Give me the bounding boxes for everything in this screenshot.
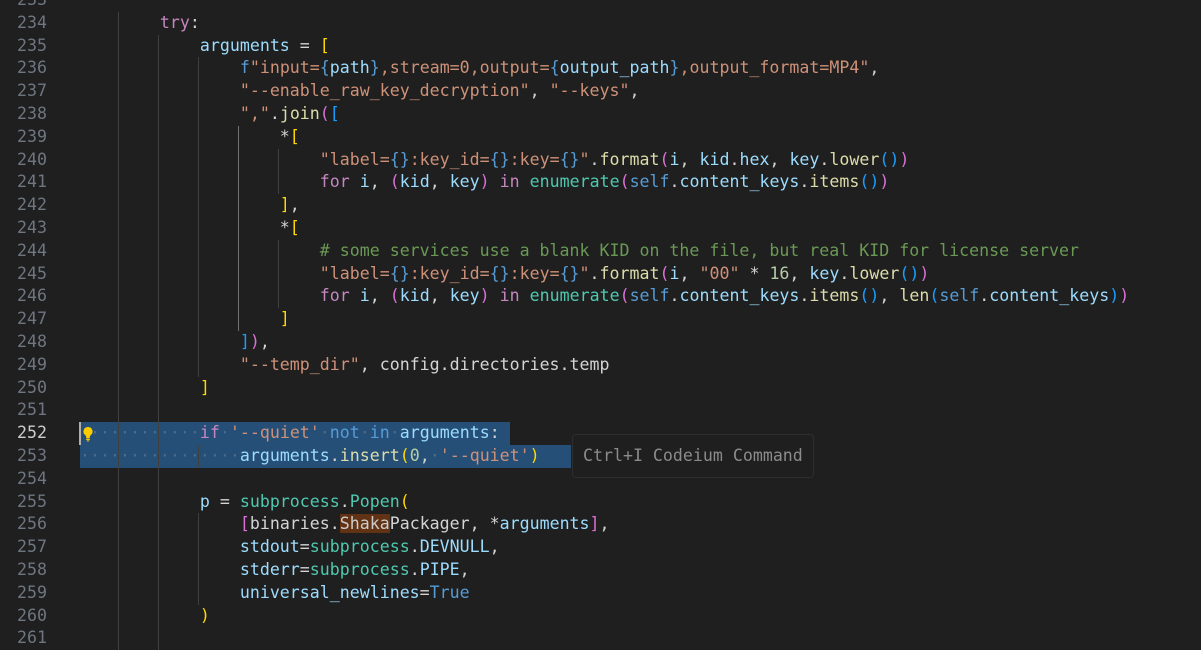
code-text: for i, (kid, key) in enumerate(self.cont… <box>80 172 890 192</box>
code-line[interactable]: 243 *[ <box>0 216 1201 240</box>
code-text: try: <box>80 12 200 32</box>
code-line[interactable]: 257 stdout=subprocess.DEVNULL, <box>0 536 1201 559</box>
code-text: "--temp_dir", config.directories.temp <box>80 354 610 374</box>
line-number: 241 <box>17 172 47 192</box>
code-line[interactable]: 239 *[ <box>0 125 1201 149</box>
code-line[interactable]: 237 "--enable_raw_key_decryption", "--ke… <box>0 80 1201 103</box>
line-number: 242 <box>17 195 47 215</box>
code-line[interactable]: 238 ",".join([ <box>0 102 1201 126</box>
code-text: *[ <box>80 217 300 237</box>
code-text: ················arguments.insert(0,·'--q… <box>80 445 540 465</box>
line-number: 259 <box>17 582 47 602</box>
code-text: ] <box>80 377 210 397</box>
line-number: 246 <box>17 286 47 306</box>
indent-guide <box>158 627 159 650</box>
code-line[interactable]: 251 <box>0 399 1201 423</box>
code-line[interactable]: 256 [binaries.ShakaPackager, *arguments]… <box>0 513 1201 537</box>
code-line[interactable]: 261 <box>0 627 1201 650</box>
code-line[interactable]: 242 ], <box>0 194 1201 217</box>
code-line[interactable]: 245 "label={}:key_id={}:key={}".format(i… <box>0 262 1201 286</box>
line-number: 236 <box>17 58 47 78</box>
line-number: 261 <box>17 628 47 648</box>
code-text: "--enable_raw_key_decryption", "--keys", <box>80 81 640 101</box>
indent-guide <box>118 399 119 423</box>
line-number: 245 <box>17 263 47 283</box>
code-text: for i, (kid, key) in enumerate(self.cont… <box>80 286 1130 306</box>
code-text: stderr=subprocess.PIPE, <box>80 559 470 579</box>
code-line[interactable]: 248 ]), <box>0 330 1201 354</box>
code-text: *[ <box>80 126 300 146</box>
line-number: 258 <box>17 559 47 579</box>
code-line[interactable]: 258 stderr=subprocess.PIPE, <box>0 558 1201 582</box>
code-line[interactable]: 233 <box>0 0 1201 12</box>
line-number: 234 <box>17 12 47 32</box>
code-line[interactable]: 246 for i, (kid, key) in enumerate(self.… <box>0 285 1201 309</box>
line-number: 244 <box>17 240 47 260</box>
code-line[interactable]: 241 for i, (kid, key) in enumerate(self.… <box>0 171 1201 195</box>
code-line[interactable]: 236 f"input={path},stream=0,output={outp… <box>0 57 1201 81</box>
code-text: ) <box>80 605 210 625</box>
line-number: 243 <box>17 217 47 237</box>
line-number: 235 <box>17 35 47 55</box>
line-number: 238 <box>17 103 47 123</box>
line-number: 257 <box>17 537 47 557</box>
code-line[interactable]: 240 "label={}:key_id={}:key={}".format(i… <box>0 148 1201 172</box>
code-text: # some services use a blank KID on the f… <box>80 240 1080 260</box>
code-text: "label={}:key_id={}:key={}".format(i, ki… <box>80 149 910 169</box>
code-line[interactable]: 249 "--temp_dir", config.directories.tem… <box>0 353 1201 377</box>
line-number: 251 <box>17 400 47 420</box>
line-number: 252 <box>17 423 47 443</box>
line-number: 239 <box>17 126 47 146</box>
codeium-command-hint: Ctrl+I Codeium Command <box>572 434 814 478</box>
indent-guide <box>118 627 119 650</box>
line-number: 248 <box>17 331 47 351</box>
code-text: arguments = [ <box>80 35 330 55</box>
code-text: universal_newlines=True <box>80 582 470 602</box>
code-text: p = subprocess.Popen( <box>80 491 410 511</box>
line-number: 253 <box>17 445 47 465</box>
line-number: 260 <box>17 605 47 625</box>
line-number: 254 <box>17 468 47 488</box>
code-text: f"input={path},stream=0,output={output_p… <box>80 58 880 78</box>
line-number: 250 <box>17 377 47 397</box>
code-text: "label={}:key_id={}:key={}".format(i, "0… <box>80 263 930 283</box>
code-line[interactable]: 247 ] <box>0 308 1201 331</box>
code-line[interactable]: 250 ] <box>0 376 1201 400</box>
line-number: 237 <box>17 81 47 101</box>
code-line[interactable]: 259 universal_newlines=True <box>0 581 1201 605</box>
code-editor[interactable]: 233234 try:235 arguments = [236 f"input=… <box>0 0 1201 650</box>
code-text: ",".join([ <box>80 103 340 123</box>
indent-guide <box>118 467 119 491</box>
code-text: stdout=subprocess.DEVNULL, <box>80 537 500 557</box>
line-number: 256 <box>17 514 47 534</box>
code-text: ] <box>80 309 290 329</box>
code-text: ], <box>80 195 300 215</box>
line-number: 255 <box>17 491 47 511</box>
code-line[interactable]: 255 p = subprocess.Popen( <box>0 490 1201 514</box>
line-number: 240 <box>17 149 47 169</box>
lightbulb-icon[interactable] <box>80 422 96 445</box>
code-line[interactable]: 234 try: <box>0 11 1201 35</box>
line-number: 247 <box>17 309 47 329</box>
code-line[interactable]: 260 ) <box>0 604 1201 628</box>
line-number: 233 <box>0 0 47 12</box>
code-text: [binaries.ShakaPackager, *arguments], <box>80 514 610 534</box>
line-number: 249 <box>17 354 47 374</box>
code-text: ············if·'--quiet'·not·in·argument… <box>80 423 500 443</box>
code-text: ]), <box>80 331 270 351</box>
code-line[interactable]: 235 arguments = [ <box>0 34 1201 58</box>
indent-guide <box>158 399 159 423</box>
indent-guide <box>158 467 159 491</box>
code-line[interactable]: 244 # some services use a blank KID on t… <box>0 239 1201 263</box>
